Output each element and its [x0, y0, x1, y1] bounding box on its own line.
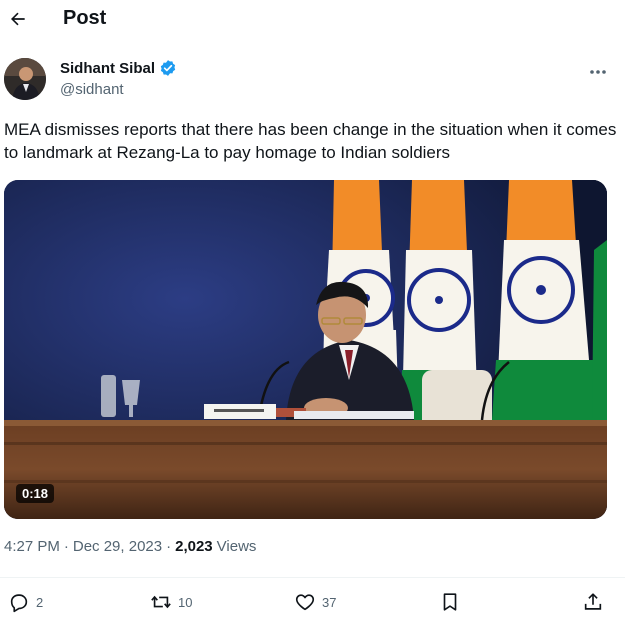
video-player[interactable]: 0:18 [4, 180, 607, 519]
display-name[interactable]: Sidhant Sibal [60, 60, 155, 77]
share-icon [584, 593, 602, 610]
bookmark-icon [443, 593, 457, 611]
repost-icon [151, 595, 171, 609]
more-options-button[interactable] [586, 63, 610, 81]
avatar[interactable] [4, 58, 46, 100]
repost-button[interactable]: 10 [150, 588, 192, 616]
views-count: 2,023 [175, 538, 213, 555]
more-dots-icon [590, 70, 606, 74]
post-date[interactable]: Dec 29, 2023 [73, 538, 162, 555]
like-count: 37 [322, 594, 337, 610]
handle[interactable]: @sidhant [60, 81, 124, 98]
verified-badge-icon [159, 59, 177, 77]
video-frame [4, 180, 607, 519]
bookmark-button[interactable] [439, 588, 461, 616]
video-duration-badge: 0:18 [16, 484, 55, 503]
top-bar: Post [0, 0, 640, 38]
flag [592, 240, 607, 420]
reply-count: 2 [36, 594, 44, 610]
post-meta: 4:27 PM · Dec 29, 2023 · 2,023 Views [4, 538, 256, 555]
action-bar: 2 10 37 [0, 588, 640, 616]
like-button[interactable]: 37 [294, 588, 336, 616]
meta-separator: · [63, 538, 69, 555]
reply-icon [10, 594, 28, 613]
name-row: Sidhant Sibal [60, 59, 177, 77]
views-label: Views [216, 538, 257, 555]
arrow-left-icon [11, 12, 25, 26]
reply-button[interactable]: 2 [8, 588, 43, 616]
back-button[interactable] [6, 7, 30, 31]
tweet-text: MEA dismisses reports that there has bee… [4, 120, 617, 162]
heart-icon [295, 594, 315, 611]
repost-count: 10 [178, 594, 193, 610]
meta-separator: · [166, 538, 172, 555]
share-button[interactable] [582, 588, 604, 616]
author-row: Sidhant Sibal @sidhant [0, 55, 640, 105]
page-title: Post [63, 7, 107, 29]
divider [0, 577, 625, 578]
post-time[interactable]: 4:27 PM [4, 538, 60, 555]
